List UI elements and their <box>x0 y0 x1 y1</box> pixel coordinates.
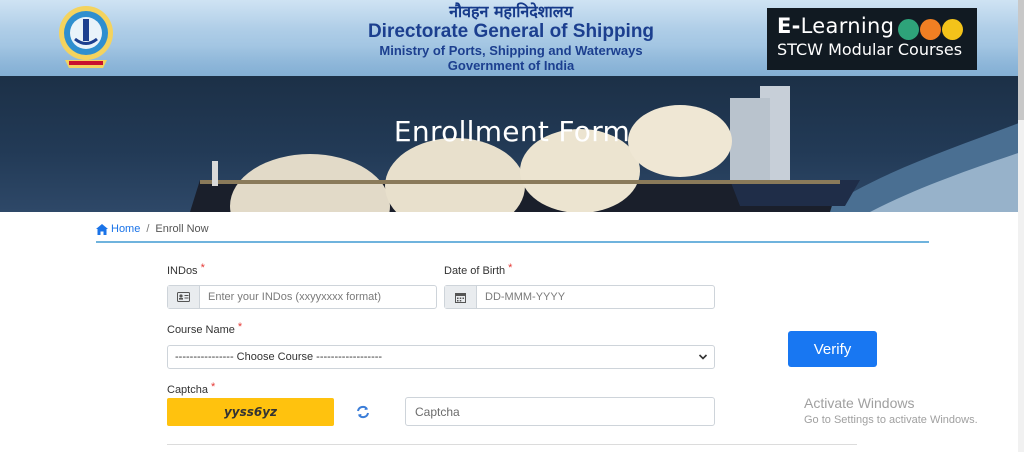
elearning-title-prefix: E- <box>777 14 801 38</box>
course-label-text: Course Name <box>167 324 235 336</box>
badge-yellow-icon <box>942 19 963 40</box>
dob-input[interactable] <box>477 286 714 308</box>
indos-label-text: INDos <box>167 265 198 277</box>
ministry-title: Ministry of Ports, Shipping and Waterway… <box>379 43 643 58</box>
breadcrumb-divider <box>96 241 929 243</box>
breadcrumb-current: Enroll Now <box>155 223 209 235</box>
badge-green-icon <box>898 19 919 40</box>
breadcrumb-home-label: Home <box>111 223 141 235</box>
refresh-captcha-icon[interactable] <box>356 405 370 419</box>
required-mark: * <box>200 262 205 274</box>
required-mark: * <box>508 262 513 274</box>
banner: Enrollment Form <box>0 76 1024 212</box>
elearning-title: Learning <box>800 14 895 38</box>
org-title: Directorate General of Shipping <box>367 21 655 42</box>
breadcrumb-home-link[interactable]: Home <box>96 223 140 235</box>
hindi-title: नौवहन महानिदेशालय <box>449 2 573 21</box>
captcha-label: Captcha * <box>167 381 216 396</box>
id-card-icon <box>168 286 200 308</box>
course-label: Course Name * <box>167 321 243 336</box>
course-select[interactable]: ---------------- Choose Course ---------… <box>167 345 715 369</box>
activate-windows-watermark: Activate Windows Go to Settings to activ… <box>804 395 978 428</box>
required-mark: * <box>237 321 243 333</box>
scrollbar-thumb[interactable] <box>1018 0 1024 120</box>
indos-label: INDos * <box>167 262 205 277</box>
dob-label: Date of Birth * <box>444 262 513 277</box>
captcha-input[interactable] <box>405 397 715 426</box>
home-icon <box>96 223 108 235</box>
breadcrumb: Home / Enroll Now <box>96 223 209 235</box>
government-title: Government of India <box>447 58 575 73</box>
site-header: नौवहन महानिदेशालय Directorate General of… <box>0 0 1024 76</box>
indos-input-group <box>167 285 437 309</box>
captcha-image: yyss6yz <box>167 398 334 426</box>
dob-label-text: Date of Birth <box>444 265 506 277</box>
dob-input-group <box>444 285 715 309</box>
required-mark: * <box>210 381 216 393</box>
captcha-label-text: Captcha <box>167 384 208 396</box>
page-title: Enrollment Form <box>393 115 631 148</box>
chevron-down-icon <box>698 354 708 360</box>
breadcrumb-separator: / <box>146 223 150 235</box>
calendar-icon <box>445 286 477 308</box>
verify-button[interactable]: Verify <box>788 331 877 367</box>
activate-windows-title: Activate Windows <box>804 395 915 411</box>
elearning-logo[interactable]: E-Learning STCW Modular Courses <box>767 8 977 70</box>
elearning-subtitle: STCW Modular Courses <box>777 40 963 59</box>
dgs-emblem-logo <box>59 6 113 68</box>
elearning-badges <box>898 19 963 40</box>
course-select-value: ---------------- Choose Course ---------… <box>175 351 383 363</box>
badge-orange-icon <box>920 19 941 40</box>
activate-windows-hint: Go to Settings to activate Windows. <box>804 414 978 426</box>
enrollment-page: नौवहन महानिदेशालय Directorate General of… <box>0 0 1024 452</box>
header-titles: नौवहन महानिदेशालय Directorate General of… <box>300 2 722 74</box>
page-scrollbar[interactable] <box>1018 0 1024 452</box>
indos-input[interactable] <box>200 286 436 308</box>
form-divider <box>167 444 857 445</box>
